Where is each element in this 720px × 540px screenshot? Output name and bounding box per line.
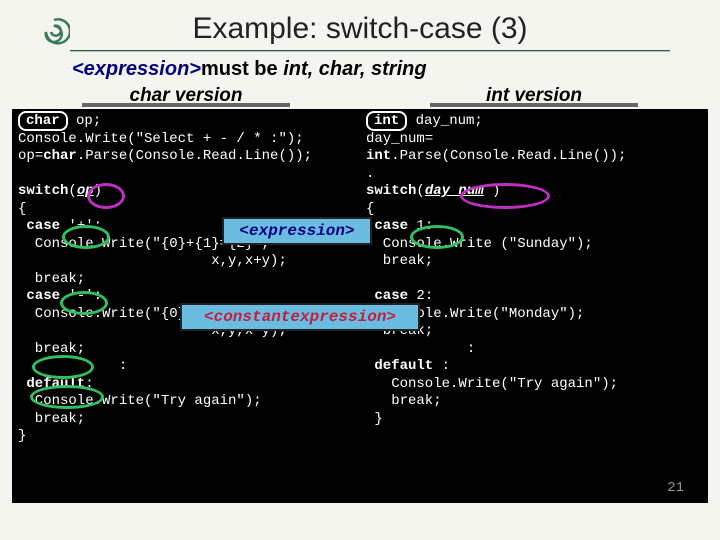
expression-callout: <expression>: [222, 217, 372, 245]
subtitle: <expression>must be int, char, string: [72, 58, 648, 81]
int-version-label: int version: [360, 83, 708, 109]
break-oval: [32, 355, 94, 379]
version-headers: char version int version: [12, 83, 708, 109]
slide-number: 21: [667, 480, 684, 498]
case-one-oval: [410, 225, 464, 249]
case-minus-oval: [60, 291, 108, 315]
title-underline: [70, 50, 670, 52]
subtitle-must: must be: [201, 58, 278, 80]
op-highlight-oval: [87, 183, 125, 209]
daynum-highlight-oval: [460, 183, 550, 209]
constant-expression-callout: <constantexpression>: [180, 303, 420, 331]
default-oval: [30, 385, 104, 409]
code-area: char op; Console.Write("Select + - / * :…: [12, 109, 708, 503]
char-version-label: char version: [12, 83, 360, 109]
subtitle-expression: <expression>: [72, 58, 201, 80]
case-plus-oval: [62, 225, 110, 249]
slide-title: Example: switch-case (3): [0, 0, 720, 50]
subtitle-types: int, char, string: [283, 58, 426, 80]
